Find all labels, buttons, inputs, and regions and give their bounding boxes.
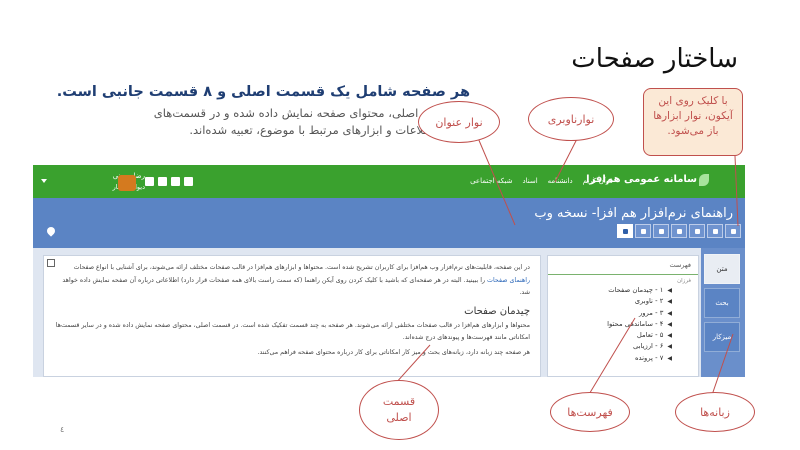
search-icon[interactable] <box>145 177 154 186</box>
main-p1-text-b: را ببینید. البته در هر صفحه‌ای که باشید … <box>62 276 530 297</box>
toc-list: ◀۱ - چیدمان صفحات ◀۲ - ناوبری ◀۳ - مرور … <box>548 285 698 364</box>
nav-item-encyclopedia[interactable]: دانشنامه <box>548 177 573 185</box>
menu-icon[interactable] <box>725 224 741 238</box>
rss-icon[interactable] <box>671 224 687 238</box>
callout-tabs: زبانه‌ها <box>675 392 755 432</box>
main-nav: قرآن کریم دانشنامه اسناد شبکه اجتماعی <box>470 177 613 185</box>
triangle-left-icon: ◀ <box>667 287 672 294</box>
list-item[interactable]: ◀۳ - مرور <box>548 308 672 319</box>
book-icon[interactable] <box>184 177 193 186</box>
home-icon[interactable] <box>689 224 705 238</box>
triangle-left-icon: ◀ <box>667 332 672 340</box>
nav-item-quran[interactable]: قرآن کریم <box>583 177 613 185</box>
triangle-left-icon: ◀ <box>667 343 672 351</box>
chevron-down-icon[interactable] <box>41 179 47 183</box>
fullscreen-icon[interactable] <box>617 224 633 238</box>
nav-item-social[interactable]: شبکه اجتماعی <box>470 177 512 185</box>
nav-item-documents[interactable]: اسناد <box>522 177 537 185</box>
logo-icon <box>699 174 709 186</box>
list-item[interactable]: ◀۴ - ساماندهی محتوا <box>548 319 672 330</box>
main-paragraph-1: در این صفحه، قابلیت‌های نرم‌افزار وب هم‌… <box>54 262 530 300</box>
callout-nav-bar: نوارناوبری <box>528 97 614 141</box>
main-paragraph-2: محتواها و ابزارهای هم‌افزا در قالب صفحات… <box>55 321 530 342</box>
expand-icon[interactable] <box>47 259 55 267</box>
callout-main-part: قسمت اصلی <box>359 380 439 440</box>
main-p1-text-a: در این صفحه، قابلیت‌های نرم‌افزار وب هم‌… <box>73 264 530 271</box>
toc-heading: فهرست <box>548 256 698 275</box>
tab-workspace[interactable]: میزکار <box>704 322 740 352</box>
page-title: راهنمای نرم‌افزار هم افزا- نسخه وب <box>534 206 733 221</box>
app-screenshot: سامانه عمومی هم‌افزا قرآن کریم دانشنامه … <box>33 165 745 377</box>
tab-discussion[interactable]: بحث <box>704 288 740 318</box>
callout-lists: فهرست‌ها <box>550 392 630 432</box>
pages-guide-link[interactable]: راهنمای صفحات <box>487 277 530 284</box>
title-bar: راهنمای نرم‌افزار هم افزا- نسخه وب <box>33 198 745 248</box>
list-item[interactable]: ◀۶ - ارزیابی <box>548 341 672 352</box>
list-item[interactable]: ◀۷ - پرونده <box>548 353 672 364</box>
main-paragraph-3: هر صفحه چند زبانه دارد، زبانه‌های بحث و … <box>257 348 530 356</box>
tag-icon[interactable] <box>653 224 669 238</box>
toolbar <box>615 224 741 238</box>
star-icon[interactable] <box>707 224 723 238</box>
list-item[interactable]: ◀۱ - چیدمان صفحات <box>548 285 672 296</box>
user-menu[interactable]: رضا حسنی دیوار میزکار <box>85 171 145 193</box>
top-icons <box>145 177 193 186</box>
settings-icon[interactable] <box>158 177 167 186</box>
page-number: ٤ <box>60 425 65 434</box>
triangle-left-icon: ◀ <box>667 320 672 328</box>
avatar[interactable] <box>118 175 136 191</box>
list-item[interactable]: ◀۵ - تعامل <box>548 330 672 341</box>
callout-title-bar: نوار عنوان <box>418 101 500 143</box>
toc-subheading: فرزان <box>677 278 691 284</box>
grid-icon[interactable] <box>171 177 180 186</box>
callout-tip: با کلیک روی این آیکون، نوار ابزارها باز … <box>643 88 743 156</box>
top-navigation-bar: سامانه عمومی هم‌افزا قرآن کریم دانشنامه … <box>33 165 745 198</box>
tab-text[interactable]: متن <box>704 254 740 284</box>
triangle-left-icon: ◀ <box>667 298 672 306</box>
list-item[interactable]: ◀۲ - ناوبری <box>548 296 672 307</box>
intro-heading: هر صفحه شامل یک قسمت اصلی و ۸ قسمت جانبی… <box>56 84 470 100</box>
location-pin-icon[interactable] <box>45 225 57 237</box>
tabs-column: متن بحث میزکار <box>701 248 745 377</box>
slide-title: ساختار صفحات <box>571 44 738 74</box>
section-heading: چیدمان صفحات <box>464 305 530 317</box>
triangle-left-icon: ◀ <box>667 309 672 317</box>
layout-icon[interactable] <box>635 224 651 238</box>
content-area: در این صفحه، قابلیت‌های نرم‌افزار وب هم‌… <box>33 248 745 377</box>
toc-panel: فهرست فرزان ◀۱ - چیدمان صفحات ◀۲ - ناوبر… <box>547 255 699 377</box>
triangle-left-icon: ◀ <box>667 354 672 362</box>
main-panel: در این صفحه، قابلیت‌های نرم‌افزار وب هم‌… <box>43 255 541 377</box>
